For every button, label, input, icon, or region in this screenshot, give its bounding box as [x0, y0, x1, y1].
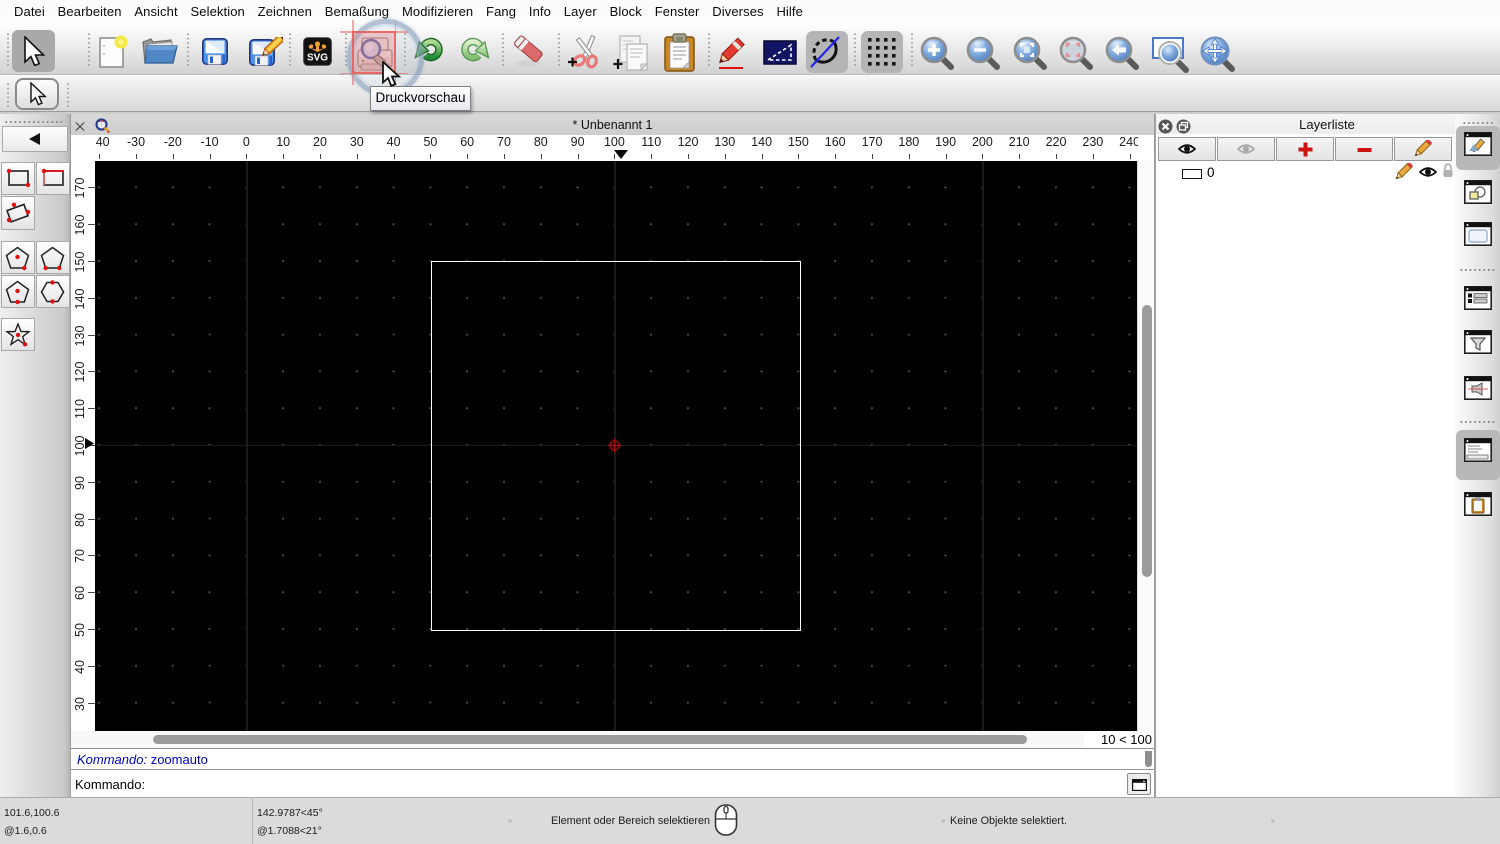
svg-text:SVG: SVG — [307, 53, 328, 64]
